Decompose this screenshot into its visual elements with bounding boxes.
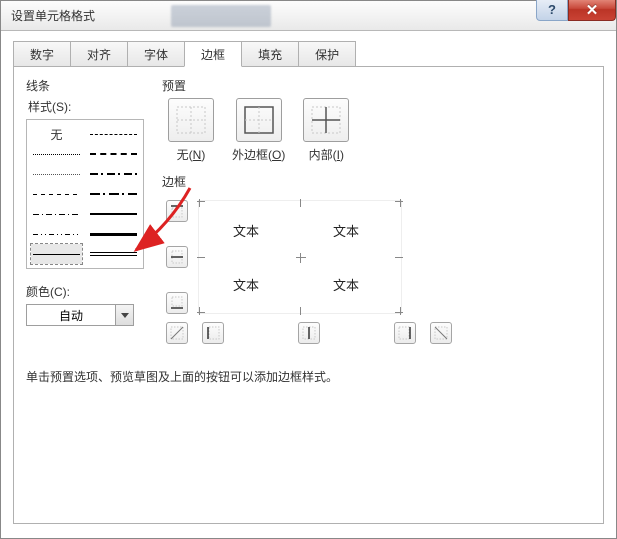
style-dotted-fine[interactable] (31, 144, 82, 164)
background-app-ghost (171, 5, 271, 27)
presets-label: 预置 (162, 77, 591, 94)
border-preview[interactable]: 文本 文本 文本 文本 (198, 200, 402, 314)
border-hmiddle-button[interactable] (166, 246, 188, 268)
window-title: 设置单元格格式 (1, 7, 95, 24)
tab-align[interactable]: 对齐 (70, 41, 128, 67)
color-value: 自动 (27, 307, 115, 324)
preset-none-label: 无(N) (177, 146, 206, 163)
color-dropdown[interactable]: 自动 (26, 304, 134, 326)
border-right-button[interactable] (394, 322, 416, 344)
help-button[interactable]: ? (536, 0, 568, 21)
style-thick[interactable] (88, 224, 139, 244)
preset-outline-label: 外边框(O) (232, 146, 285, 163)
style-dashdot2[interactable] (88, 184, 139, 204)
format-cells-dialog: 设置单元格格式 ? ✕ 数字 对齐 字体 边框 填充 保护 线条 样式(S): (0, 0, 617, 539)
color-label: 颜色(C): (26, 283, 144, 300)
style-dotted[interactable] (31, 164, 82, 184)
border-diag-up-button[interactable] (166, 322, 188, 344)
border-diag-down-button[interactable] (430, 322, 452, 344)
tab-font[interactable]: 字体 (127, 41, 185, 67)
preset-outline-button[interactable] (236, 98, 282, 142)
preview-cell-text: 文本 (233, 221, 259, 240)
lines-label: 线条 (26, 77, 144, 94)
close-button[interactable]: ✕ (568, 0, 616, 21)
style-dash-dot-dot2[interactable] (31, 224, 82, 244)
style-dashed[interactable] (31, 184, 82, 204)
line-style-picker[interactable]: 无 (26, 119, 144, 269)
style-dashdot[interactable] (88, 164, 139, 184)
preset-none-button[interactable] (168, 98, 214, 142)
preset-inside-button[interactable] (303, 98, 349, 142)
style-label: 样式(S): (28, 98, 144, 115)
tab-fill[interactable]: 填充 (241, 41, 299, 67)
tab-number[interactable]: 数字 (13, 41, 71, 67)
preset-inside-label: 内部(I) (309, 146, 344, 163)
preview-cell-text: 文本 (233, 275, 259, 294)
style-dash-dot-dot[interactable] (88, 124, 139, 144)
style-medium[interactable] (88, 204, 139, 224)
preview-cell-text: 文本 (333, 275, 359, 294)
preview-cell-text: 文本 (333, 221, 359, 240)
style-double[interactable] (88, 244, 139, 264)
borders-label: 边框 (162, 173, 591, 190)
border-vmiddle-button[interactable] (298, 322, 320, 344)
border-left-button[interactable] (202, 322, 224, 344)
style-thin[interactable] (31, 244, 82, 264)
style-none[interactable]: 无 (31, 124, 82, 144)
tab-strip: 数字 对齐 字体 边框 填充 保护 (13, 41, 604, 67)
style-dash-dot-long[interactable] (31, 204, 82, 224)
style-dash-dot-thick[interactable] (88, 144, 139, 164)
tab-border[interactable]: 边框 (184, 41, 242, 67)
dropdown-arrow-icon (115, 305, 133, 325)
border-top-button[interactable] (166, 200, 188, 222)
tab-protect[interactable]: 保护 (298, 41, 356, 67)
border-bottom-button[interactable] (166, 292, 188, 314)
title-bar: 设置单元格格式 ? ✕ (1, 1, 616, 31)
hint-text: 单击预置选项、预览草图及上面的按钮可以添加边框样式。 (26, 368, 591, 385)
border-panel: 线条 样式(S): 无 (13, 66, 604, 524)
